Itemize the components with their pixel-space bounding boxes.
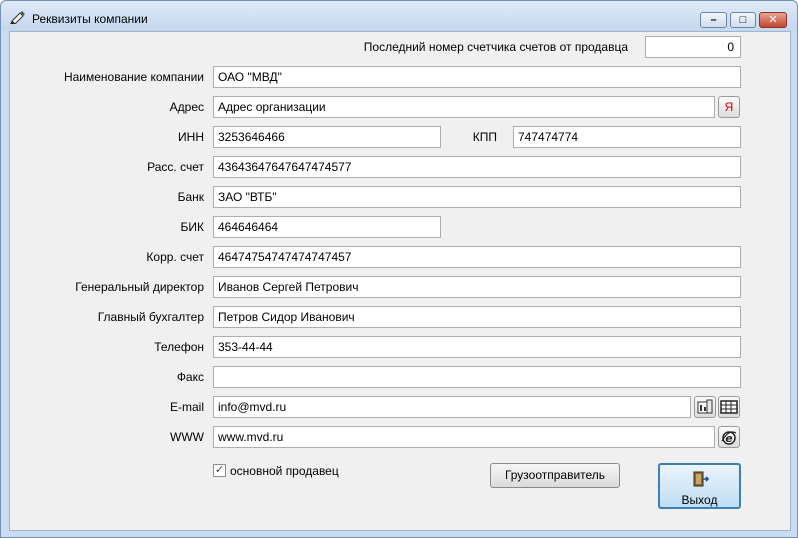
yandex-map-button[interactable]: Я: [718, 96, 740, 118]
main-seller-label: основной продавец: [230, 464, 339, 478]
kpp-input[interactable]: 747474774: [513, 126, 741, 148]
corr-account-label: Корр. счет: [146, 250, 204, 264]
minimize-button[interactable]: –: [700, 12, 727, 28]
minimize-icon: –: [710, 14, 717, 26]
main-seller-checkbox[interactable]: ✓: [213, 464, 226, 477]
bik-input[interactable]: 464646464: [213, 216, 441, 238]
fax-label: Факс: [176, 370, 204, 384]
company-name-label: Наименование компании: [63, 70, 204, 84]
bank-label: Банк: [177, 190, 204, 204]
fax-input[interactable]: [213, 366, 741, 388]
address-input[interactable]: Адрес организации: [213, 96, 715, 118]
inn-input[interactable]: 3253646466: [213, 126, 441, 148]
bik-label: БИК: [180, 220, 205, 234]
email-input[interactable]: info@mvd.ru: [213, 396, 691, 418]
address-label: Адрес: [169, 100, 204, 114]
bank-input[interactable]: ЗАО "ВТБ": [213, 186, 741, 208]
exit-button[interactable]: Выход: [658, 463, 741, 509]
company-name-input[interactable]: ОАО "МВД": [213, 66, 741, 88]
www-input[interactable]: www.mvd.ru: [213, 426, 715, 448]
counter-label: Последний номер счетчика счетов от прода…: [363, 40, 628, 54]
phone-input[interactable]: 353-44-44: [213, 336, 741, 358]
browser-icon: e: [719, 431, 739, 450]
title-bar[interactable]: Реквизиты компании – □ ✕: [1, 1, 797, 31]
table-icon: [719, 400, 739, 420]
counter-input[interactable]: 0: [645, 36, 741, 58]
maximize-button[interactable]: □: [730, 12, 756, 28]
email-table-button[interactable]: [718, 396, 740, 418]
close-icon: ✕: [768, 14, 778, 26]
accountant-input[interactable]: Петров Сидор Иванович: [213, 306, 741, 328]
inn-label: ИНН: [178, 130, 204, 144]
www-open-button[interactable]: e: [718, 426, 740, 448]
exit-door-icon: [691, 470, 710, 491]
mail-send-icon: [695, 399, 715, 420]
kpp-label: КПП: [472, 130, 497, 144]
account-input[interactable]: 43643647647647474577: [213, 156, 741, 178]
close-button[interactable]: ✕: [759, 12, 787, 28]
accountant-label: Главный бухгалтер: [97, 310, 204, 324]
shipper-button[interactable]: Грузоотправитель: [490, 463, 620, 488]
svg-text:e: e: [725, 432, 733, 445]
phone-label: Телефон: [154, 340, 204, 354]
email-label: E-mail: [169, 400, 204, 414]
window-title: Реквизиты компании: [32, 12, 148, 26]
exit-label: Выход: [681, 493, 718, 507]
maximize-icon: □: [739, 14, 747, 26]
www-label: WWW: [170, 430, 204, 444]
account-label: Расс. счет: [147, 160, 204, 174]
director-input[interactable]: Иванов Сергей Петрович: [213, 276, 741, 298]
director-label: Генеральный директор: [75, 280, 204, 294]
corr-account-input[interactable]: 46474754747474747457: [213, 246, 741, 268]
email-send-button[interactable]: [694, 396, 716, 418]
pencil-icon: [10, 10, 26, 25]
